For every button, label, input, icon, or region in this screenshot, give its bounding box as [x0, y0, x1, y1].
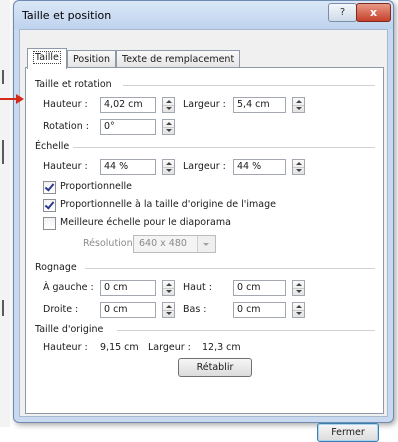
spin-arrows[interactable] — [292, 302, 305, 318]
crop-top-spinner[interactable]: 0 cm — [233, 280, 305, 296]
spin-arrows[interactable] — [292, 280, 305, 296]
section-divider — [117, 330, 375, 331]
help-button[interactable]: ? — [328, 3, 357, 22]
scale-width-label: Largeur : — [183, 161, 226, 172]
scale-height-input[interactable]: 44 % — [100, 159, 156, 175]
best-scale-label: Meilleure échelle pour le diaporama — [60, 217, 231, 228]
spin-arrows[interactable] — [162, 159, 175, 175]
section-crop: Rognage — [35, 262, 375, 273]
original-width-value: 12,3 cm — [202, 342, 241, 353]
help-icon: ? — [339, 7, 346, 18]
tab-panel-taille: Taille et rotation Hauteur : 4,02 cm Lar… — [25, 67, 384, 414]
fermer-button[interactable]: Fermer — [317, 423, 379, 442]
background-mark — [2, 70, 4, 84]
dialog-window: Taille et position ? x Taille Position T… — [13, 0, 394, 442]
section-original-size: Taille d'origine — [35, 324, 375, 335]
checkbox-box[interactable] — [43, 199, 56, 212]
tab-alt-text-label: Texte de remplacement — [122, 54, 235, 65]
crop-left-input[interactable]: 0 cm — [100, 280, 156, 296]
rotation-label: Rotation : — [43, 121, 89, 132]
crop-bottom-label: Bas : — [183, 304, 207, 315]
title-bar[interactable]: Taille et position ? x — [14, 1, 393, 29]
checkbox-box[interactable] — [43, 217, 56, 230]
crop-bottom-spinner[interactable]: 0 cm — [233, 302, 305, 318]
annotation-arrow-icon — [0, 94, 24, 104]
tab-position-label: Position — [73, 54, 110, 65]
reset-button[interactable]: Rétablir — [178, 358, 252, 377]
checkmark-icon — [44, 199, 55, 210]
crop-right-spinner[interactable]: 0 cm — [100, 302, 175, 318]
resolution-label: Résolution — [83, 238, 133, 249]
original-width-label: Largeur : — [148, 342, 191, 353]
spin-arrows[interactable] — [162, 119, 175, 135]
spin-arrows[interactable] — [162, 302, 175, 318]
section-divider — [73, 147, 375, 148]
checkbox-box[interactable] — [43, 181, 56, 194]
crop-right-input[interactable]: 0 cm — [100, 302, 156, 318]
section-header: Rognage — [35, 262, 77, 273]
lock-aspect-label: Proportionnelle — [60, 181, 133, 192]
rotation-spinner[interactable]: 0° — [100, 119, 175, 135]
tab-taille-label: Taille — [33, 51, 61, 64]
chevron-down-icon — [203, 243, 209, 246]
close-window-button[interactable]: x — [356, 3, 391, 22]
crop-top-label: Haut : — [183, 282, 212, 293]
relative-original-label: Proportionnelle à la taille d'origine de… — [60, 199, 276, 210]
rotation-input[interactable]: 0° — [100, 119, 156, 135]
spin-arrows[interactable] — [292, 159, 305, 175]
crop-left-label: À gauche : — [43, 282, 94, 293]
spin-arrows[interactable] — [162, 97, 175, 113]
resolution-dropdown[interactable]: 640 x 480 — [133, 235, 216, 253]
crop-bottom-input[interactable]: 0 cm — [233, 302, 286, 318]
background-strip — [0, 0, 10, 427]
crop-right-label: Droite : — [43, 304, 79, 315]
crop-left-spinner[interactable]: 0 cm — [100, 280, 175, 296]
scale-height-spinner[interactable]: 44 % — [100, 159, 175, 175]
fermer-button-label: Fermer — [331, 427, 365, 438]
scale-height-label: Hauteur : — [43, 161, 88, 172]
section-divider — [123, 85, 375, 86]
dialog-client: Taille Position Texte de remplacement Ta… — [19, 29, 388, 442]
spin-arrows[interactable] — [162, 280, 175, 296]
section-divider — [85, 268, 375, 269]
arrow-head — [16, 94, 24, 104]
background-mark — [2, 140, 4, 164]
tab-position[interactable]: Position — [67, 50, 116, 68]
resolution-value: 640 x 480 — [139, 238, 187, 249]
section-header: Échelle — [35, 141, 70, 152]
checkmark-icon — [44, 181, 55, 192]
spin-arrows[interactable] — [292, 97, 305, 113]
crop-top-input[interactable]: 0 cm — [233, 280, 286, 296]
section-header: Taille d'origine — [35, 324, 104, 335]
tab-texte-de-remplacement[interactable]: Texte de remplacement — [116, 50, 241, 68]
height-input[interactable]: 4,02 cm — [100, 97, 156, 113]
dropdown-arrow[interactable] — [197, 236, 215, 252]
section-scale: Échelle — [35, 141, 375, 152]
width-input[interactable]: 5,4 cm — [233, 97, 286, 113]
height-label: Hauteur : — [43, 99, 88, 110]
section-size-rotation: Taille et rotation — [35, 79, 375, 90]
width-spinner[interactable]: 5,4 cm — [233, 97, 305, 113]
scale-width-spinner[interactable]: 44 % — [233, 159, 305, 175]
close-icon: x — [369, 6, 378, 19]
dialog-title: Taille et position — [22, 9, 112, 22]
width-label: Largeur : — [183, 99, 226, 110]
height-spinner[interactable]: 4,02 cm — [100, 97, 175, 113]
reset-button-label: Rétablir — [196, 362, 234, 373]
background-mark — [2, 300, 4, 316]
arrow-shaft — [0, 98, 17, 100]
original-height-label: Hauteur : — [43, 342, 88, 353]
original-height-value: 9,15 cm — [100, 342, 139, 353]
tab-taille[interactable]: Taille — [27, 48, 67, 69]
section-header: Taille et rotation — [35, 79, 112, 90]
scale-width-input[interactable]: 44 % — [233, 159, 286, 175]
